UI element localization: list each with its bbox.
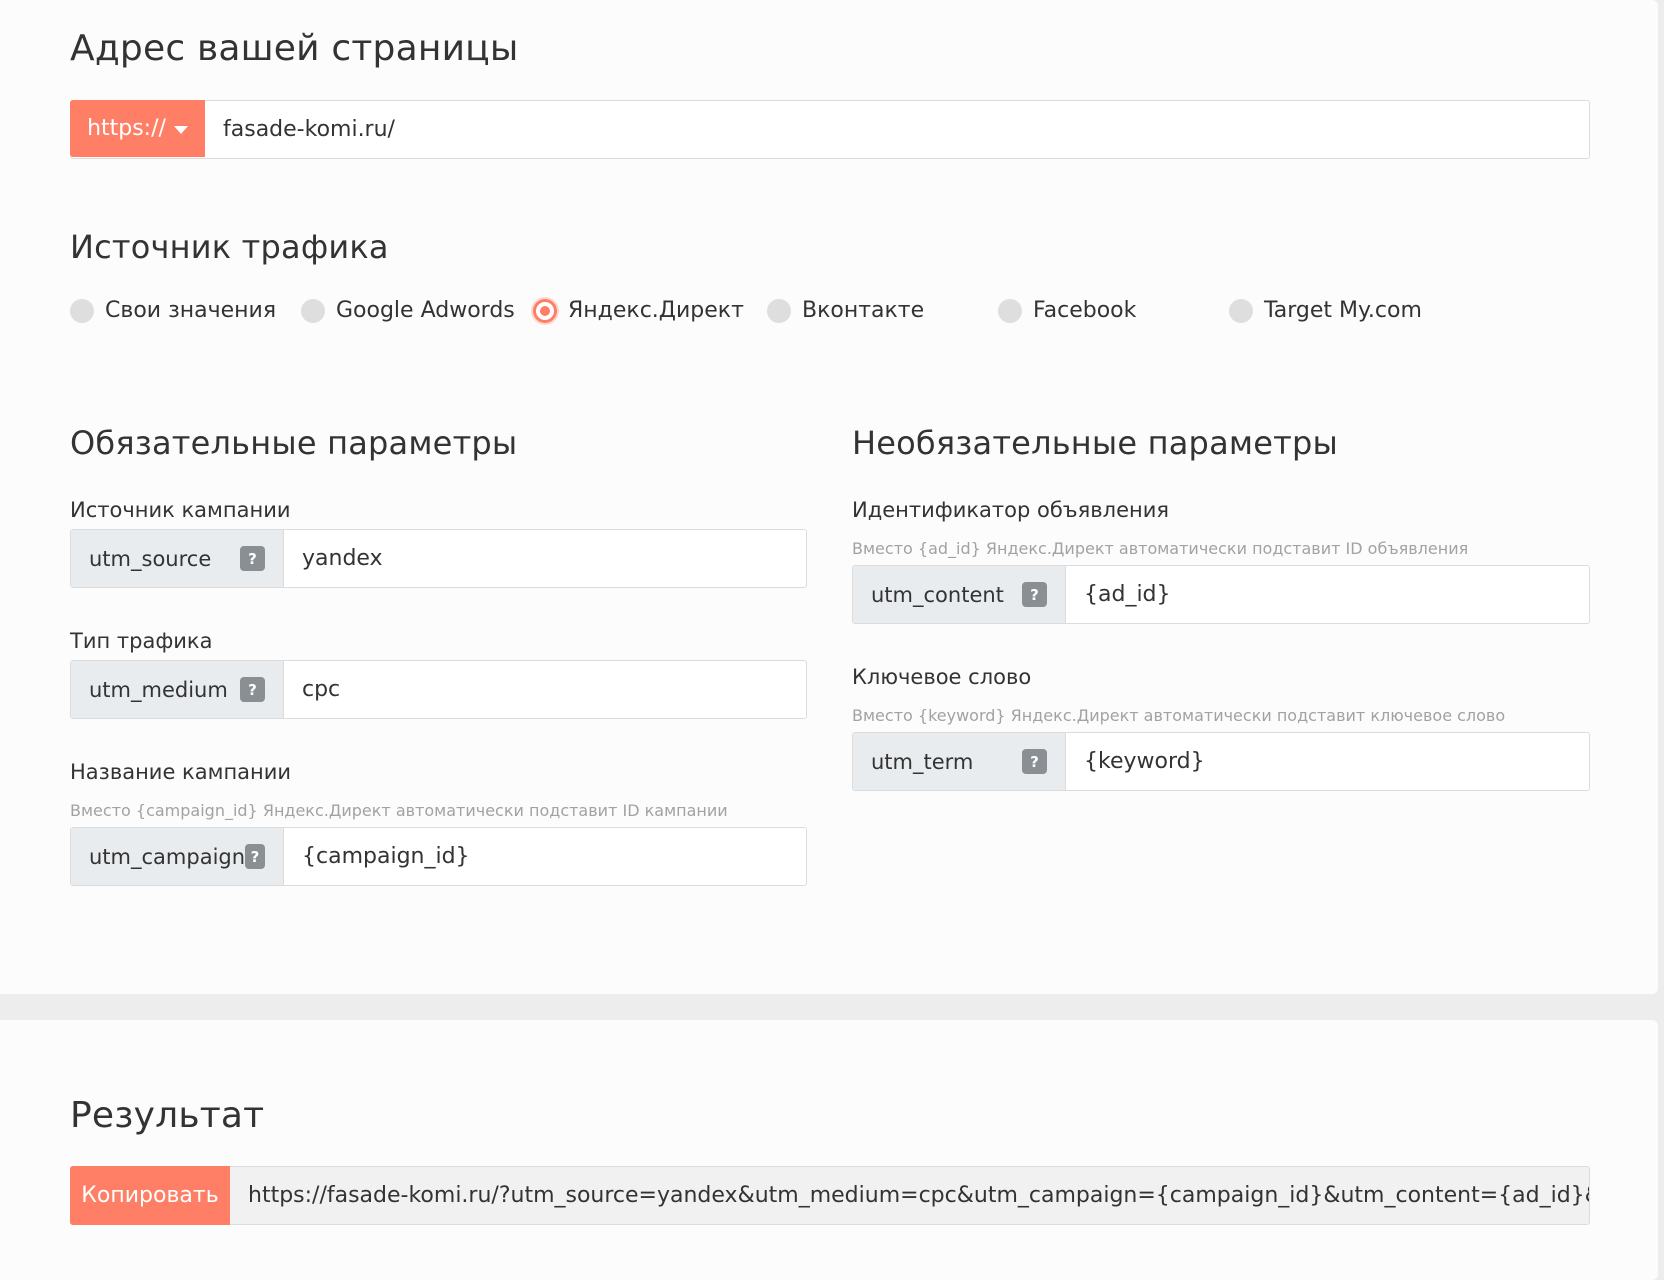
protocol-dropdown[interactable]: https://: [70, 100, 205, 157]
utm-campaign-input[interactable]: [284, 828, 806, 885]
radio-label: Свои значения: [105, 298, 277, 323]
help-icon[interactable]: ?: [1022, 749, 1047, 774]
utm-content-addon: utm_content ?: [853, 566, 1066, 623]
utm-term-group: utm_term ?: [852, 732, 1590, 791]
radio-label: Яндекс.Директ: [568, 298, 744, 323]
caret-down-icon: [173, 125, 188, 134]
result-card: [0, 1020, 1658, 1280]
radio-circle-icon: [998, 298, 1022, 323]
utm-medium-label: Тип трафика: [70, 629, 213, 653]
utm-campaign-addon: utm_campaign ?: [71, 828, 284, 885]
radio-label: Facebook: [1033, 298, 1137, 323]
radio-circle-icon: [1229, 298, 1253, 323]
radio-vkontakte[interactable]: Вконтакте: [767, 298, 924, 323]
utm-medium-addon: utm_medium ?: [71, 661, 284, 718]
result-url[interactable]: https://fasade-komi.ru/?utm_source=yande…: [230, 1167, 1589, 1224]
utm-term-hint: Вместо {keyword} Яндекс.Директ автоматич…: [852, 706, 1506, 725]
utm-content-hint: Вместо {ad_id} Яндекс.Директ автоматичес…: [852, 539, 1469, 558]
utm-term-addon: utm_term ?: [853, 733, 1066, 790]
param-name: utm_term: [871, 749, 974, 774]
utm-term-input[interactable]: [1066, 733, 1589, 790]
radio-target-mycom[interactable]: Target My.com: [1229, 298, 1422, 323]
radio-label: Вконтакте: [802, 298, 925, 323]
param-name: utm_campaign: [89, 844, 246, 869]
radio-google-adwords[interactable]: Google Adwords: [301, 298, 515, 323]
help-icon[interactable]: ?: [240, 546, 265, 571]
utm-medium-group: utm_medium ?: [70, 660, 807, 719]
utm-content-label: Идентификатор объявления: [852, 498, 1169, 522]
utm-campaign-label: Название кампании: [70, 760, 292, 784]
radio-circle-icon: [767, 298, 791, 323]
traffic-source-title: Источник трафика: [70, 228, 389, 266]
utm-campaign-hint: Вместо {campaign_id} Яндекс.Директ автом…: [70, 801, 728, 820]
required-params-title: Обязательные параметры: [70, 424, 518, 462]
utm-source-addon: utm_source ?: [71, 530, 284, 587]
utm-term-label: Ключевое слово: [852, 665, 1032, 689]
address-title: Адрес вашей страницы: [70, 28, 519, 69]
result-title: Результат: [70, 1095, 265, 1136]
radio-checked-icon: [533, 298, 557, 323]
param-name: utm_source: [89, 546, 212, 571]
utm-medium-input[interactable]: [284, 661, 806, 718]
radio-circle-icon: [301, 298, 325, 323]
param-name: utm_medium: [89, 677, 228, 702]
utm-content-input[interactable]: [1066, 566, 1589, 623]
utm-source-group: utm_source ?: [70, 529, 807, 588]
result-group: Копировать https://fasade-komi.ru/?utm_s…: [70, 1166, 1590, 1225]
utm-content-group: utm_content ?: [852, 565, 1590, 624]
radio-yandex-direct[interactable]: Яндекс.Директ: [533, 298, 744, 323]
optional-params-title: Необязательные параметры: [852, 424, 1338, 462]
protocol-label: https://: [87, 116, 166, 141]
help-icon[interactable]: ?: [240, 677, 265, 702]
copy-button[interactable]: Копировать: [70, 1166, 230, 1225]
help-icon[interactable]: ?: [1022, 582, 1047, 607]
utm-source-input[interactable]: [284, 530, 806, 587]
radio-facebook[interactable]: Facebook: [998, 298, 1136, 323]
url-input-group: https://: [70, 100, 1590, 159]
utm-source-label: Источник кампании: [70, 498, 291, 522]
help-icon[interactable]: ?: [245, 844, 265, 869]
radio-custom-values[interactable]: Свои значения: [70, 298, 276, 323]
page-url-input[interactable]: [205, 101, 1589, 158]
utm-campaign-group: utm_campaign ?: [70, 827, 807, 886]
radio-label: Target My.com: [1264, 298, 1422, 323]
radio-label: Google Adwords: [336, 298, 515, 323]
param-name: utm_content: [871, 582, 1004, 607]
radio-circle-icon: [70, 298, 94, 323]
